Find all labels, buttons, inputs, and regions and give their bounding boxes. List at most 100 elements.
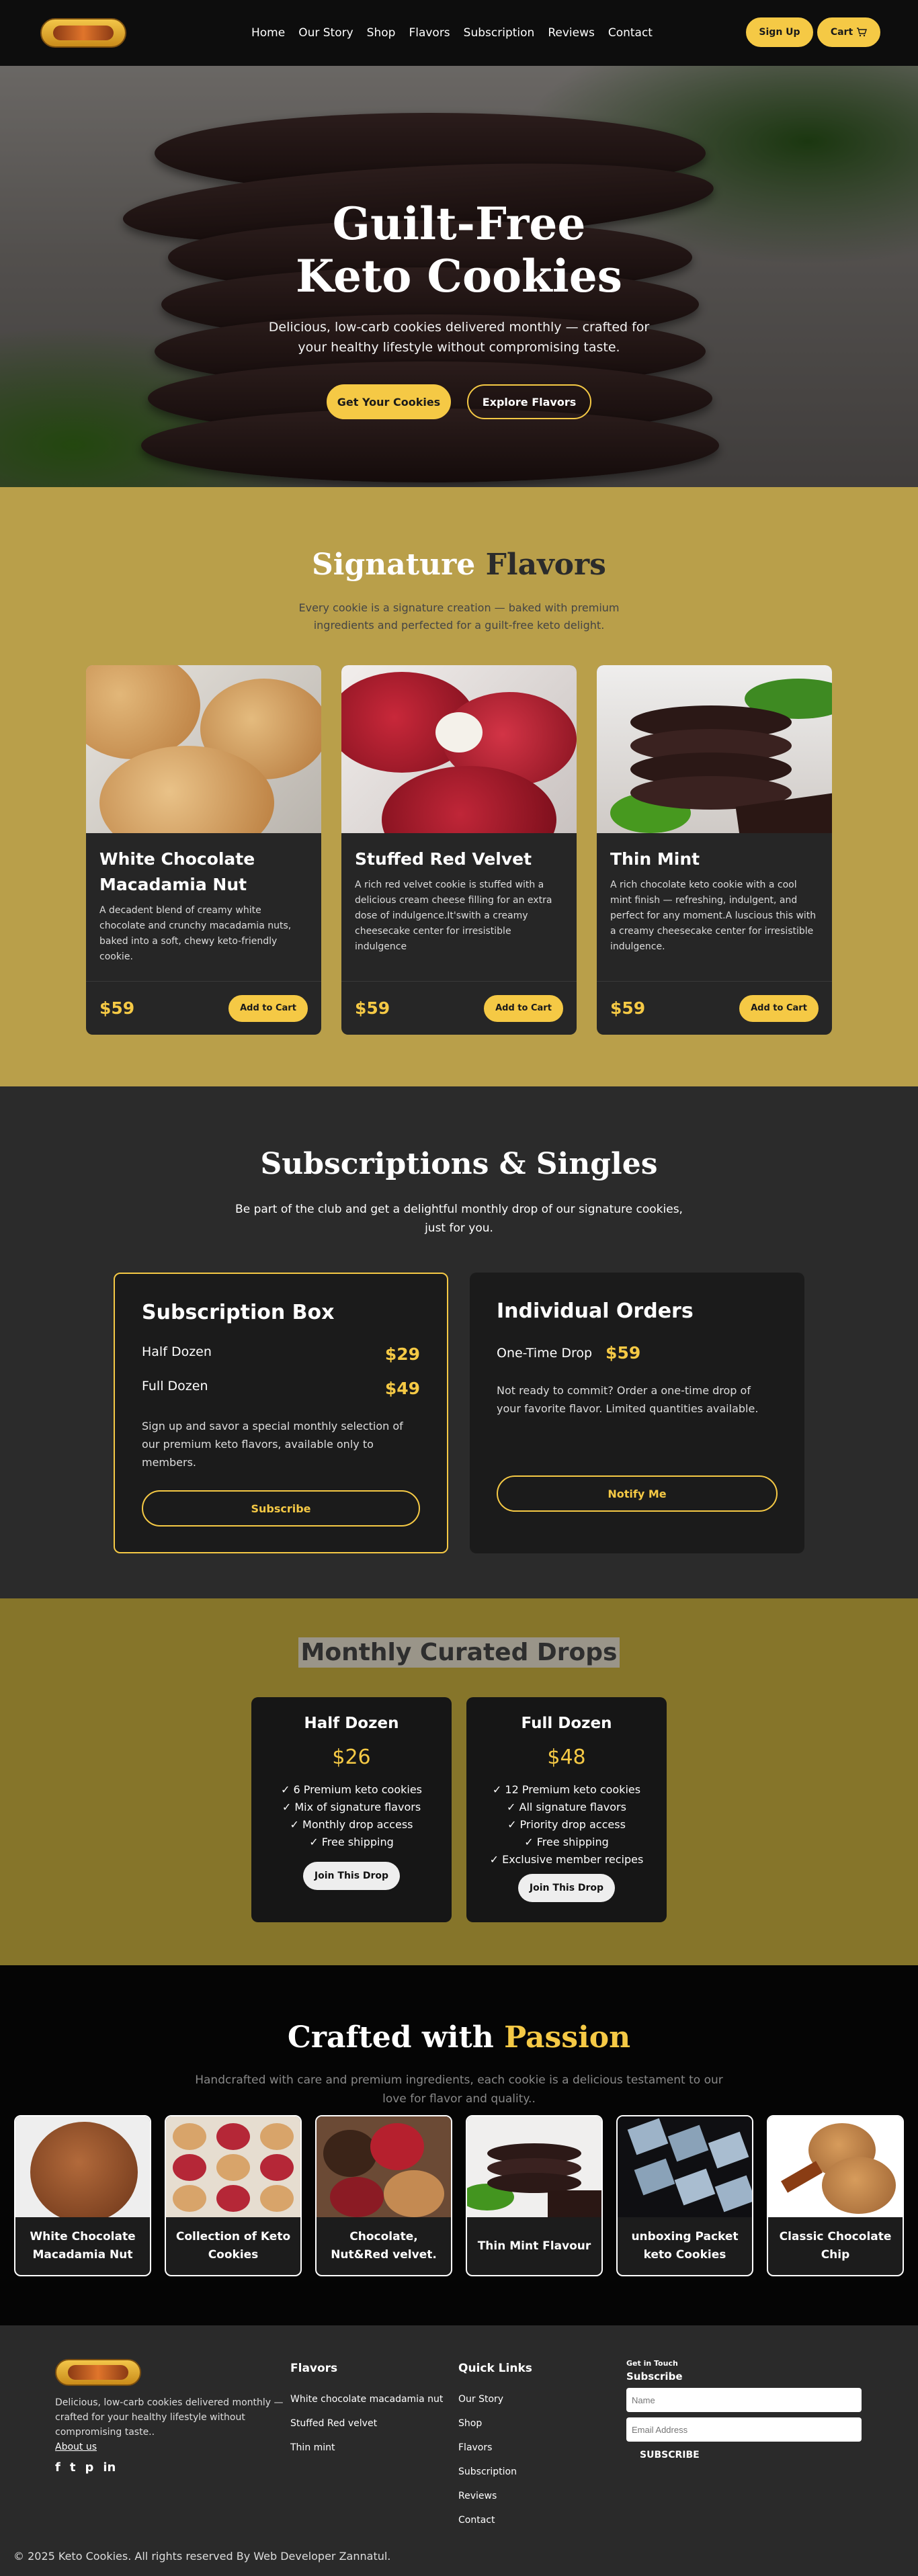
price-row: Half Dozen $29 (142, 1344, 420, 1364)
footer-link-reviews[interactable]: Reviews (458, 2484, 532, 2508)
cart-label: Cart (830, 27, 853, 38)
brand-logo[interactable] (40, 18, 126, 48)
drop-name: Half Dozen (304, 1715, 399, 1732)
about-us-link[interactable]: About us (55, 2442, 97, 2452)
section-title: Subscriptions & Singles (260, 1147, 658, 1181)
individual-orders-card: Individual Orders One-Time Drop $59 Not … (470, 1273, 804, 1553)
newsletter-name-input[interactable] (626, 2388, 862, 2412)
drop-card: Full Dozen $48 ✓ 12 Premium keto cookies… (466, 1697, 667, 1922)
thin-mint-cookie-image (597, 665, 832, 833)
gallery-item[interactable]: Classic Chocolate Chip (767, 2115, 904, 2276)
red-velvet-cookie-image (341, 665, 577, 833)
gallery-item[interactable]: Thin Mint Flavour (466, 2115, 603, 2276)
gallery-item[interactable]: Chocolate, Nut&Red velvet. (315, 2115, 452, 2276)
gallery-image (768, 2116, 903, 2217)
footer-quick-links-heading: Quick Links (458, 2362, 532, 2375)
gallery-caption: Chocolate, Nut&Red velvet. (331, 2230, 437, 2262)
drop-card: Half Dozen $26 ✓ 6 Premium keto cookies … (251, 1697, 452, 1922)
product-name: Stuffed Red Velvet (355, 849, 532, 869)
footer-flavor-link[interactable]: White chocolate macadamia nut (290, 2387, 443, 2411)
gallery-item[interactable]: unboxing Packet keto Cookies (616, 2115, 753, 2276)
gallery-image (166, 2116, 300, 2217)
product-price: $59 (99, 998, 135, 1018)
box-description: Not ready to commit? Order a one-time dr… (497, 1384, 759, 1415)
twitter-icon[interactable]: t (70, 2460, 76, 2475)
gallery-section: Crafted with Passion Handcrafted with ca… (0, 1965, 918, 2325)
footer-quick-links: Our Story Shop Flavors Subscription Revi… (458, 2387, 532, 2532)
product-description: A rich chocolate keto cookie with a cool… (610, 879, 817, 952)
get-in-touch-label: Get in Touch (626, 2359, 678, 2368)
site-footer: Delicious, low-carb cookies delivered mo… (0, 2325, 918, 2576)
section-subtitle: Handcrafted with care and premium ingred… (195, 2073, 723, 2106)
box-title: Individual Orders (497, 1299, 694, 1323)
signature-flavors-section: Signature Flavors Every cookie is a sign… (0, 487, 918, 1086)
drop-features: ✓ 6 Premium keto cookies ✓ Mix of signat… (281, 1783, 422, 1848)
product-description: A rich red velvet cookie is stuffed with… (355, 879, 552, 952)
gallery-image (317, 2116, 451, 2217)
footer-flavor-link[interactable]: Stuffed Red velvet (290, 2411, 443, 2436)
add-to-cart-button[interactable]: Add to Cart (739, 994, 819, 1022)
cart-button[interactable]: Cart (817, 17, 880, 47)
gallery-caption: Classic Chocolate Chip (779, 2230, 892, 2262)
facebook-icon[interactable]: f (55, 2460, 60, 2475)
drop-name: Full Dozen (521, 1715, 612, 1732)
signup-button[interactable]: Sign Up (746, 17, 813, 47)
nav-flavors[interactable]: Flavors (409, 26, 450, 40)
footer-link-subscription[interactable]: Subscription (458, 2460, 532, 2484)
gallery-item[interactable]: Collection of Keto Cookies (165, 2115, 302, 2276)
explore-flavors-button[interactable]: Explore Flavors (467, 384, 591, 419)
top-nav: Home Our Story Shop Flavors Subscription… (0, 0, 918, 66)
gallery-image (467, 2116, 601, 2217)
join-drop-button[interactable]: Join This Drop (303, 1862, 400, 1890)
monthly-drops-section: Monthly Curated Drops Half Dozen $26 ✓ 6… (0, 1598, 918, 1965)
add-to-cart-button[interactable]: Add to Cart (228, 994, 308, 1022)
newsletter-subscribe-button[interactable]: SUBSCRIBE (640, 2450, 862, 2460)
get-cookies-button[interactable]: Get Your Cookies (327, 384, 451, 419)
nav-shop[interactable]: Shop (367, 26, 396, 40)
pinterest-icon[interactable]: p (85, 2460, 93, 2475)
footer-brand-logo[interactable] (55, 2359, 141, 2386)
footer-about-text: Delicious, low-carb cookies delivered mo… (55, 2397, 284, 2438)
hero-subtitle: Delicious, low-carb cookies delivered mo… (268, 320, 650, 355)
gallery-caption: unboxing Packet keto Cookies (631, 2230, 739, 2262)
gallery-caption: White Chocolate Macadamia Nut (30, 2230, 136, 2262)
join-drop-button[interactable]: Join This Drop (518, 1874, 615, 1902)
price-row: One-Time Drop $59 (497, 1343, 641, 1363)
section-subtitle: Be part of the club and get a delightful… (235, 1203, 683, 1235)
product-description: A decadent blend of creamy white chocola… (99, 905, 292, 962)
macadamia-cookie-image (86, 665, 321, 833)
product-price: $59 (355, 998, 390, 1018)
section-subtitle: Every cookie is a signature creation — b… (298, 601, 620, 632)
nav-reviews[interactable]: Reviews (548, 26, 595, 40)
nav-our-story[interactable]: Our Story (298, 26, 353, 40)
drop-features: ✓ 12 Premium keto cookies ✓ All signatur… (489, 1783, 644, 1866)
nav-contact[interactable]: Contact (608, 26, 653, 40)
footer-link-shop[interactable]: Shop (458, 2411, 532, 2436)
footer-flavor-link[interactable]: Thin mint (290, 2436, 443, 2460)
gallery-image (15, 2116, 150, 2217)
gallery-item[interactable]: White Chocolate Macadamia Nut (14, 2115, 151, 2276)
price-row: Full Dozen $49 (142, 1379, 420, 1398)
subscribe-heading: Subscribe (626, 2370, 683, 2382)
subscriptions-section: Subscriptions & Singles Be part of the c… (0, 1086, 918, 1598)
footer-link-our-story[interactable]: Our Story (458, 2387, 532, 2411)
box-title: Subscription Box (142, 1301, 335, 1324)
nav-actions: Sign Up Cart (746, 17, 880, 47)
linkedin-icon[interactable]: in (103, 2460, 116, 2475)
footer-link-flavors[interactable]: Flavors (458, 2436, 532, 2460)
add-to-cart-button[interactable]: Add to Cart (484, 994, 563, 1022)
gallery-caption: Thin Mint Flavour (477, 2239, 591, 2253)
subscribe-button[interactable]: Subscribe (142, 1490, 420, 1527)
nav-home[interactable]: Home (251, 26, 285, 40)
newsletter-email-input[interactable] (626, 2417, 862, 2442)
nav-links: Home Our Story Shop Flavors Subscription… (251, 0, 653, 66)
drop-price: $26 (332, 1746, 371, 1769)
product-card: Thin Mint A rich chocolate keto cookie w… (597, 665, 832, 1035)
nav-subscription[interactable]: Subscription (464, 26, 535, 40)
notify-me-button[interactable]: Notify Me (497, 1475, 778, 1512)
footer-link-contact[interactable]: Contact (458, 2508, 532, 2532)
copyright-text: © 2025 Keto Cookies. All rights reserved… (13, 2550, 391, 2563)
footer-flavors-list: White chocolate macadamia nut Stuffed Re… (290, 2387, 443, 2460)
gallery-image (618, 2116, 752, 2217)
shopping-cart-icon (857, 28, 868, 37)
